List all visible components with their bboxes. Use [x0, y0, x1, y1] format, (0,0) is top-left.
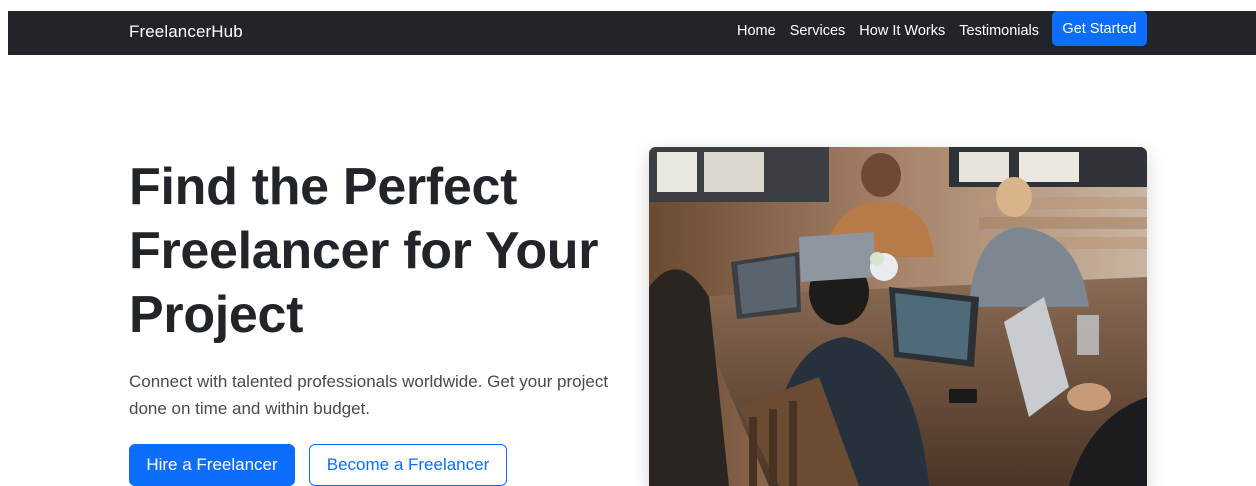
hero-subtitle: Connect with talented professionals worl…	[129, 372, 609, 418]
hero-image	[649, 147, 1147, 486]
hire-freelancer-button[interactable]: Hire a Freelancer	[129, 444, 295, 486]
get-started-button[interactable]: Get Started	[1052, 11, 1147, 46]
nav-link-home[interactable]: Home	[737, 23, 776, 39]
brand-logo[interactable]: FreelancerHub	[129, 22, 243, 42]
nav-link-how-it-works[interactable]: How It Works	[859, 23, 945, 39]
nav-link-testimonials[interactable]: Testimonials	[959, 23, 1039, 39]
become-freelancer-button[interactable]: Become a Freelancer	[309, 444, 507, 486]
nav-links: Home Services How It Works Testimonials	[737, 23, 1039, 39]
navbar: FreelancerHub Home Services How It Works…	[8, 11, 1256, 55]
nav-link-services[interactable]: Services	[790, 23, 846, 39]
team-working-photo-icon	[649, 147, 1147, 486]
hero-title: Find the Perfect Freelancer for Your Pro…	[129, 158, 599, 344]
page-top-margin	[0, 0, 1256, 11]
